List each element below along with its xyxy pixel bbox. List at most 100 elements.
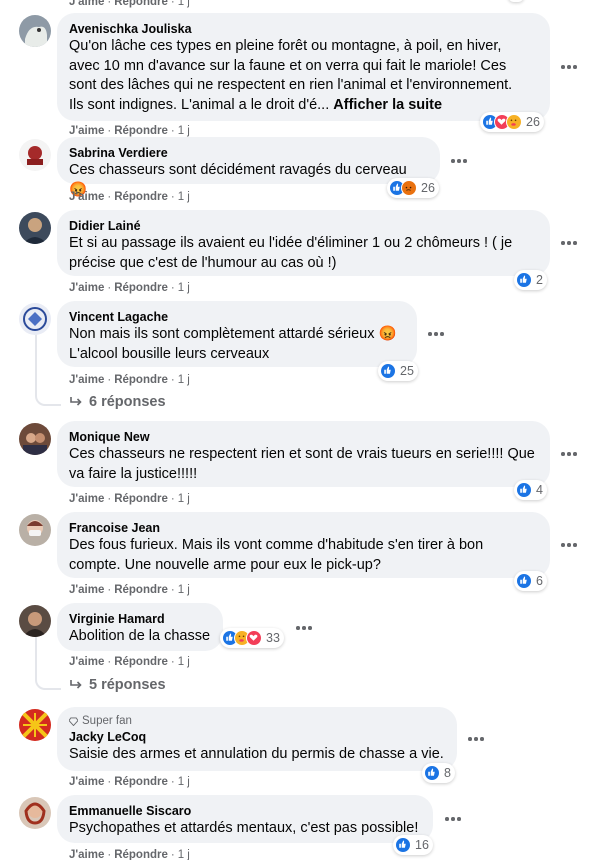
badge-label: Super fan <box>82 715 132 727</box>
avatar[interactable] <box>19 423 51 455</box>
reply-link[interactable]: Répondre <box>114 493 168 505</box>
reaction-summary-partial[interactable] <box>508 0 524 2</box>
comment-bubble: Super fan Jacky LeCoq Saisie des armes e… <box>57 707 457 771</box>
like-link[interactable]: J'aime <box>69 849 104 860</box>
like-link[interactable]: J'aime <box>69 374 104 386</box>
avatar[interactable] <box>19 212 51 244</box>
reaction-summary[interactable]: 4 <box>514 480 547 500</box>
reaction-summary[interactable]: 6 <box>514 571 547 591</box>
like-link[interactable]: J'aime <box>69 493 104 505</box>
more-horizontal-icon <box>451 159 455 163</box>
comment-line-text: Ils sont indignes. L'animal a le droit d… <box>69 96 330 113</box>
more-options-button[interactable] <box>557 442 581 466</box>
comment-line: Qu'on lâche ces types en pleine forêt ou… <box>69 38 502 54</box>
more-options-button[interactable] <box>557 231 581 255</box>
more-options-button[interactable] <box>424 322 448 346</box>
avatar[interactable] <box>19 709 51 741</box>
reply-link[interactable]: Répondre <box>114 125 168 137</box>
author-name[interactable]: Avenischka Jouliska <box>69 21 538 37</box>
more-horizontal-icon <box>296 626 300 630</box>
more-options-button[interactable] <box>447 149 471 173</box>
timestamp[interactable]: 1 j <box>178 656 190 668</box>
avatar[interactable] <box>19 605 51 637</box>
comment-bubble: Monique New Ces chasseurs ne respectent … <box>57 421 550 487</box>
reaction-summary[interactable]: 33 <box>220 628 284 648</box>
like-link[interactable]: J'aime <box>69 584 104 596</box>
reaction-summary[interactable]: 26 <box>480 112 544 132</box>
like-link[interactable]: J'aime <box>69 282 104 294</box>
like-reaction-icon <box>516 573 532 589</box>
comment-actions: J'aime · Répondre · 1 j <box>69 776 190 788</box>
view-replies-link[interactable]: 5 réponses <box>69 677 166 693</box>
reply-link[interactable]: Répondre <box>114 0 168 8</box>
timestamp[interactable]: 1 j <box>178 584 190 596</box>
timestamp[interactable]: 1 j <box>178 493 190 505</box>
more-options-button[interactable] <box>464 727 488 751</box>
avatar[interactable] <box>19 15 51 47</box>
reply-link[interactable]: Répondre <box>114 282 168 294</box>
view-replies-link[interactable]: 6 réponses <box>69 394 166 410</box>
super-fan-badge[interactable]: Super fan <box>69 713 445 729</box>
comment-line: Ils sont indignes. L'animal a le droit d… <box>69 96 538 116</box>
reply-link[interactable]: Répondre <box>114 584 168 596</box>
like-link[interactable]: J'aime <box>69 0 104 8</box>
reaction-summary[interactable]: 8 <box>422 763 455 783</box>
more-options-button[interactable] <box>441 807 465 831</box>
more-options-button[interactable] <box>557 533 581 557</box>
timestamp[interactable]: 1 j <box>178 125 190 137</box>
avatar[interactable] <box>19 514 51 546</box>
timestamp[interactable]: 1 j <box>178 0 190 8</box>
like-link[interactable]: J'aime <box>69 776 104 788</box>
care-reaction-icon <box>506 114 522 130</box>
reply-link[interactable]: Répondre <box>114 849 168 860</box>
avatar[interactable] <box>19 139 51 171</box>
comment-actions: J'aime · Répondre · 1 j <box>69 656 190 668</box>
more-options-button[interactable] <box>292 616 316 640</box>
comment-actions: J'aime · Répondre · 1 j <box>69 374 190 386</box>
comment-bubble: Avenischka Jouliska Qu'on lâche ces type… <box>57 13 550 121</box>
more-horizontal-icon <box>445 817 449 821</box>
like-reaction-icon <box>516 482 532 498</box>
avatar[interactable] <box>19 303 51 335</box>
author-name[interactable]: Vincent Lagache <box>69 309 405 325</box>
see-more-link[interactable]: Afficher la suite <box>333 97 442 113</box>
comment-actions: J'aime · Répondre · 1 j <box>69 191 190 203</box>
reaction-summary[interactable]: 25 <box>378 361 418 381</box>
reply-link[interactable]: Répondre <box>114 776 168 788</box>
author-name[interactable]: Jacky LeCoq <box>69 729 445 745</box>
timestamp[interactable]: 1 j <box>178 374 190 386</box>
reply-link[interactable]: Répondre <box>114 191 168 203</box>
reply-link[interactable]: Répondre <box>114 656 168 668</box>
comment-line: avec 10 mn d'avance sur la faune et on v… <box>69 57 507 74</box>
reaction-summary[interactable]: 26 <box>387 178 439 198</box>
author-name[interactable]: Emmanuelle Siscaro <box>69 803 421 819</box>
more-horizontal-icon <box>561 241 565 245</box>
more-horizontal-icon <box>561 452 565 456</box>
thread-line <box>35 636 37 678</box>
like-link[interactable]: J'aime <box>69 125 104 137</box>
reaction-summary[interactable]: 2 <box>514 270 547 290</box>
avatar[interactable] <box>19 797 51 829</box>
comment-actions: J'aime · Répondre · 1 j <box>69 849 190 860</box>
author-name[interactable]: Monique New <box>69 429 538 445</box>
reaction-summary[interactable]: 16 <box>393 835 433 855</box>
author-name[interactable]: Virginie Hamard <box>69 611 211 627</box>
more-horizontal-icon <box>428 332 432 336</box>
comment-text: Saisie des armes et annulation du permis… <box>69 746 444 762</box>
like-link[interactable]: J'aime <box>69 656 104 668</box>
like-link[interactable]: J'aime <box>69 191 104 203</box>
reply-link[interactable]: Répondre <box>114 374 168 386</box>
author-name[interactable]: Sabrina Verdiere <box>69 145 428 161</box>
author-name[interactable]: Francoise Jean <box>69 520 538 536</box>
timestamp[interactable]: 1 j <box>178 849 190 860</box>
timestamp[interactable]: 1 j <box>178 776 190 788</box>
reaction-count: 33 <box>266 631 280 645</box>
timestamp[interactable]: 1 j <box>178 191 190 203</box>
timestamp[interactable]: 1 j <box>178 282 190 294</box>
reaction-count: 4 <box>536 483 543 497</box>
author-name[interactable]: Didier Lainé <box>69 218 538 234</box>
angry-reaction-icon <box>401 180 417 196</box>
more-options-button[interactable] <box>557 55 581 79</box>
like-reaction-icon <box>516 272 532 288</box>
comment-actions: J'aime · Répondre · 1 j <box>69 493 190 505</box>
